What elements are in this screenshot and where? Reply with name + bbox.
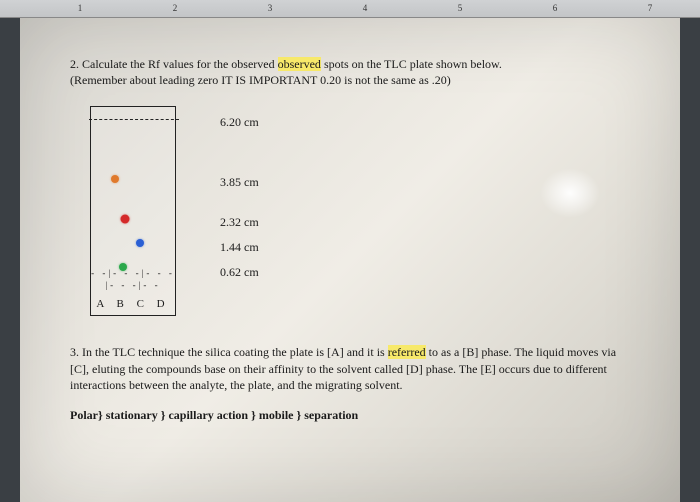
word-bank: Polar} stationary } capillary action } m…: [70, 407, 630, 423]
measurement-solvent-front: 6.20 cm: [220, 114, 259, 130]
question-3: 3. In the TLC technique the silica coati…: [70, 344, 630, 393]
q2-line2: (Remember about leading zero IT IS IMPOR…: [70, 73, 451, 87]
solvent-front-line: [89, 119, 179, 120]
tlc-diagram: - -|- - -|- - -|- - -|- - A B C D 6.20 c…: [90, 106, 630, 316]
measurement-spot-4: 0.62 cm: [220, 264, 259, 280]
ruler-mark: 2: [173, 3, 178, 13]
ruler-mark: 5: [458, 3, 463, 13]
baseline-ticks: - -|- - -|- - -|- - -|- -: [91, 267, 175, 291]
question-2: 2. Calculate the Rf values for the obser…: [70, 56, 630, 88]
q2-highlight: observed: [278, 57, 321, 71]
tlc-plate: - -|- - -|- - -|- - -|- - A B C D: [90, 106, 176, 316]
lane-labels: A B C D: [91, 297, 175, 312]
tlc-spot-blue: [136, 239, 144, 247]
ruler-mark: 3: [268, 3, 273, 13]
measurement-spot-3: 1.44 cm: [220, 239, 259, 255]
ruler-mark: 7: [648, 3, 653, 13]
ruler: 1 2 3 4 5 6 7: [0, 0, 700, 18]
q3-pre: 3. In the TLC technique the silica coati…: [70, 345, 388, 359]
ruler-mark: 1: [78, 3, 83, 13]
q2-line1-pre: 2. Calculate the Rf values for the obser…: [70, 57, 278, 71]
measurement-spot-1: 3.85 cm: [220, 174, 259, 190]
q2-line1-post: spots on the TLC plate shown below.: [321, 57, 502, 71]
q3-highlight: referred: [388, 345, 426, 359]
tlc-spot-orange: [111, 175, 119, 183]
tlc-spot-red: [120, 215, 129, 224]
word-bank-text: Polar} stationary } capillary action } m…: [70, 408, 358, 422]
document-page: 2. Calculate the Rf values for the obser…: [20, 18, 680, 502]
measurement-spot-2: 2.32 cm: [220, 214, 259, 230]
ruler-mark: 6: [553, 3, 558, 13]
ruler-mark: 4: [363, 3, 368, 13]
